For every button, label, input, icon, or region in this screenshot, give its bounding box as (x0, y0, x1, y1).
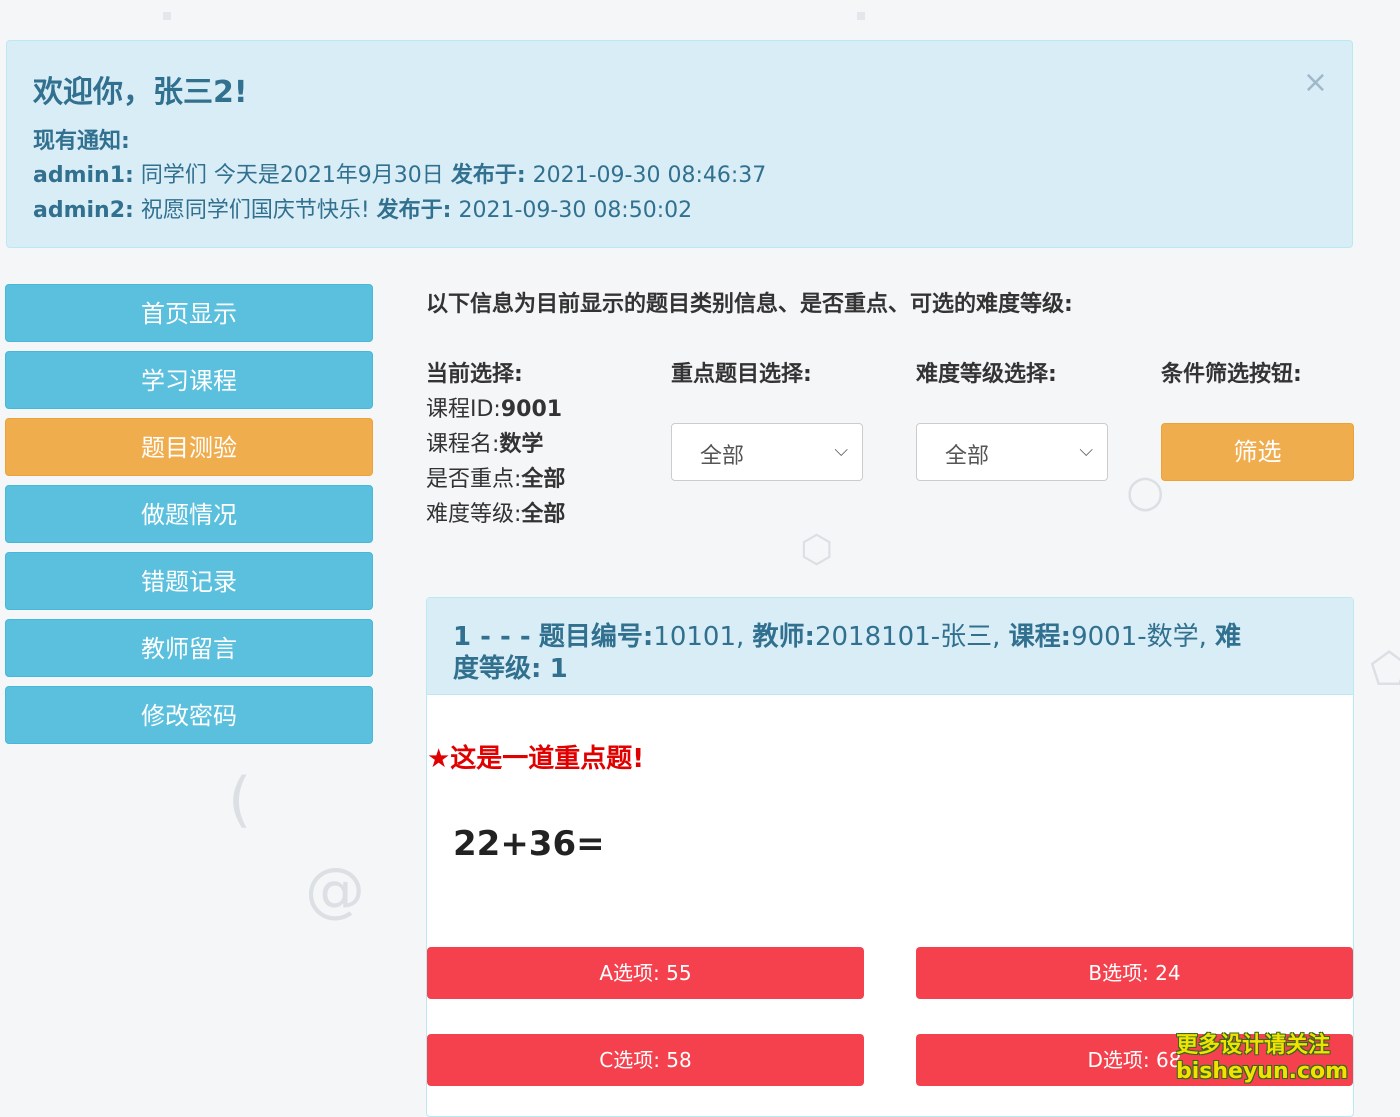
sidebar-nav: 首页显示 学习课程 题目测验 做题情况 错题记录 教师留言 修改密码 (5, 284, 373, 753)
watermark-line: bisheyun.com (1176, 1059, 1349, 1084)
watermark-line: 更多设计请关注 (1176, 1033, 1331, 1058)
sidebar-item-teacher-messages[interactable]: 教师留言 (5, 619, 373, 677)
filter-button-heading: 条件筛选按钮: (1161, 362, 1302, 387)
current-selection-heading: 当前选择: (426, 362, 523, 387)
notice-author: admin2: (33, 198, 134, 223)
difficulty-label-part: 度等级: (453, 654, 542, 684)
notice-time: 2021-09-30 08:46:37 (532, 163, 767, 188)
sidebar-item-change-password[interactable]: 修改密码 (5, 686, 373, 744)
question-header-line: 度等级: 1 (453, 648, 568, 685)
difficulty-label-part: 难 (1215, 622, 1242, 652)
teacher-value: 2018101-张三, (814, 622, 1001, 652)
current-level: 难度等级:全部 (426, 496, 565, 528)
background-spiral-decoration: @ (305, 855, 365, 925)
background-decoration (857, 12, 865, 20)
close-icon[interactable]: × (1303, 65, 1328, 100)
filter-heading: 以下信息为目前显示的题目类别信息、是否重点、可选的难度等级: (426, 292, 1073, 317)
key-question-select-value: 全部 (700, 444, 745, 469)
background-decoration (163, 12, 171, 20)
level-select-heading: 难度等级选择: (916, 362, 1057, 387)
course-id-label: 课程ID: (426, 397, 501, 422)
question-text: 22+36= (453, 824, 605, 864)
sidebar-item-courses[interactable]: 学习课程 (5, 351, 373, 409)
option-a-button[interactable]: A选项: 55 (427, 947, 864, 999)
option-c-button[interactable]: C选项: 58 (427, 1034, 864, 1086)
difficulty-level-select[interactable]: 全部 ⌵ (916, 423, 1108, 481)
course-value: 9001-数学, (1071, 622, 1207, 652)
key-status-value: 全部 (521, 467, 566, 492)
sidebar-item-progress[interactable]: 做题情况 (5, 485, 373, 543)
notice-text: 同学们 今天是2021年9月30日 (140, 163, 444, 188)
course-label: 课程: (1008, 622, 1072, 652)
difficulty-level-select-value: 全部 (945, 444, 990, 469)
chevron-down-icon: ⌵ (834, 440, 848, 461)
notice-item: admin1: 同学们 今天是2021年9月30日 发布于: 2021-09-3… (33, 157, 766, 189)
question-id-value: 10101, (653, 622, 745, 652)
teacher-label: 教师: (752, 622, 815, 652)
course-name-label: 课程名: (426, 432, 500, 457)
background-circle-decoration: ○ (1126, 466, 1165, 517)
filter-button[interactable]: 筛选 (1161, 423, 1354, 481)
level-label: 难度等级: (426, 502, 522, 527)
level-value: 全部 (521, 502, 566, 527)
sidebar-item-wrong-answers[interactable]: 错题记录 (5, 552, 373, 610)
key-question-select[interactable]: 全部 ⌵ (671, 423, 863, 481)
sidebar-item-quiz[interactable]: 题目测验 (5, 418, 373, 476)
key-select-heading: 重点题目选择: (671, 362, 812, 387)
notice-publish-label: 发布于: (450, 163, 526, 188)
current-course-id: 课程ID:9001 (426, 391, 562, 423)
course-name-value: 数学 (499, 432, 544, 457)
sidebar-item-home[interactable]: 首页显示 (5, 284, 373, 342)
welcome-title: 欢迎你，张三2! (33, 75, 248, 110)
notice-text: 祝愿同学们国庆节快乐! (140, 198, 370, 223)
question-header: 1 - - - 题目编号:10101, 教师:2018101-张三, 课程:90… (427, 598, 1353, 695)
notice-item: admin2: 祝愿同学们国庆节快乐! 发布于: 2021-09-30 08:5… (33, 192, 692, 224)
background-arc-decoration: ( (228, 765, 252, 835)
option-b-button[interactable]: B选项: 24 (916, 947, 1353, 999)
notice-author: admin1: (33, 163, 134, 188)
watermark: 更多设计请关注 bisheyun.com (1176, 1033, 1348, 1085)
notices-label: 现有通知: (33, 129, 130, 154)
current-course-name: 课程名:数学 (426, 426, 543, 458)
course-id-value: 9001 (500, 397, 563, 422)
background-hexagon-decoration: ⬡ (800, 527, 834, 571)
key-status-label: 是否重点: (426, 467, 522, 492)
notice-publish-label: 发布于: (376, 198, 452, 223)
difficulty-value: 1 (549, 654, 568, 684)
current-key-status: 是否重点:全部 (426, 461, 565, 493)
background-pentagon-decoration: ⬠ (1370, 644, 1400, 695)
chevron-down-icon: ⌵ (1079, 440, 1093, 461)
welcome-alert: 欢迎你，张三2! × 现有通知: admin1: 同学们 今天是2021年9月3… (6, 40, 1353, 248)
notice-time: 2021-09-30 08:50:02 (458, 198, 693, 223)
question-header-line: 1 - - - 题目编号:10101, 教师:2018101-张三, 课程:90… (453, 616, 1241, 653)
key-question-note: ★这是一道重点题! (427, 744, 645, 774)
